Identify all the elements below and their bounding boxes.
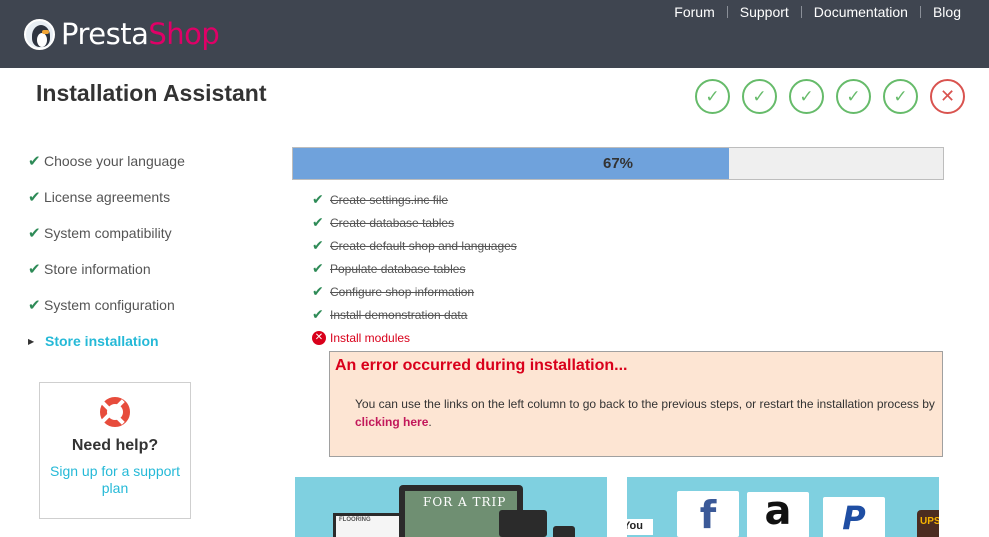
- ups-logo-text: UPS: [920, 516, 939, 527]
- sidebar-item-label: Store information: [44, 261, 151, 277]
- install-task-list: ✔ Create settings.inc file ✔ Create data…: [312, 188, 517, 349]
- sidebar-item-label: License agreements: [44, 189, 171, 205]
- sidebar-item-label: Store installation: [45, 333, 159, 349]
- error-message-box: An error occurred during installation...…: [329, 351, 943, 457]
- mockup-screen-text: FOR A TRIP: [423, 495, 507, 509]
- amazon-logo-text: a: [764, 488, 792, 534]
- step-4-done-check-icon: ✓: [836, 79, 871, 114]
- task-label: Populate database tables: [330, 261, 466, 276]
- paypal-logo-text: P: [842, 499, 866, 537]
- top-header: PrestaShop Forum Support Documentation B…: [0, 0, 989, 68]
- task-create-database-tables: ✔ Create database tables: [312, 211, 517, 234]
- check-icon: ✔: [312, 283, 324, 300]
- task-label: Configure shop information: [330, 284, 475, 299]
- sidebar-item-store-installation[interactable]: ▶ Store installation: [28, 323, 268, 359]
- logo-text-presta: Presta: [61, 16, 149, 51]
- sidebar-item-label: System configuration: [44, 297, 175, 313]
- error-message-suffix: .: [428, 415, 432, 429]
- step-6-error-cross-icon: ✕: [930, 79, 965, 114]
- facebook-logo-text: f: [699, 493, 717, 537]
- logo-text-shop: Shop: [148, 16, 220, 51]
- help-box: Need help? Sign up for a support plan: [39, 382, 191, 519]
- ups-logo-icon: UPS: [917, 510, 939, 537]
- nav-blog-link[interactable]: Blog: [921, 4, 961, 20]
- task-label: Install modules: [330, 330, 411, 345]
- error-message-text: You can use the links on the left column…: [355, 397, 935, 411]
- step-2-done-check-icon: ✓: [742, 79, 777, 114]
- current-step-arrow-icon: ▶: [28, 336, 35, 346]
- paypal-logo-icon: P: [823, 497, 885, 537]
- check-icon: ✔: [312, 191, 324, 208]
- task-create-default-shop: ✔ Create default shop and languages: [312, 234, 517, 257]
- step-5-done-check-icon: ✓: [883, 79, 918, 114]
- check-icon: ✔: [28, 188, 41, 206]
- sidebar-item-label: Choose your language: [44, 153, 185, 169]
- promo-banner-themes[interactable]: FLOORING FOR A TRIP: [295, 477, 607, 537]
- task-create-settings: ✔ Create settings.inc file: [312, 188, 517, 211]
- progress-percent: 67%: [602, 155, 634, 172]
- check-icon: ✔: [28, 296, 41, 314]
- facebook-logo-icon: f: [677, 491, 739, 537]
- error-title: An error occurred during installation...: [335, 357, 628, 374]
- nav-support-link[interactable]: Support: [728, 4, 801, 20]
- task-install-demo-data: ✔ Install demonstration data: [312, 303, 517, 326]
- step-indicators: ✓ ✓ ✓ ✓ ✓ ✕: [695, 79, 965, 114]
- task-configure-shop: ✔ Configure shop information: [312, 280, 517, 303]
- task-populate-database: ✔ Populate database tables: [312, 257, 517, 280]
- step-1-done-check-icon: ✓: [695, 79, 730, 114]
- sidebar-item-system-compatibility[interactable]: ✔ System compatibility: [28, 215, 268, 251]
- nav-forum-link[interactable]: Forum: [662, 4, 726, 20]
- sidebar-item-license-agreements[interactable]: ✔ License agreements: [28, 179, 268, 215]
- check-icon: ✔: [28, 260, 41, 278]
- prestashop-logo[interactable]: PrestaShop: [24, 16, 220, 52]
- tablet-mockup-image: [499, 510, 547, 537]
- install-progress-bar: 67%: [292, 147, 944, 180]
- promo-banner-integrations[interactable]: You f a P UPS: [627, 477, 939, 537]
- restart-install-link[interactable]: clicking here: [355, 415, 428, 429]
- sidebar-item-choose-language[interactable]: ✔ Choose your language: [28, 143, 268, 179]
- task-label: Create settings.inc file: [330, 192, 449, 207]
- lifebuoy-icon: [100, 397, 130, 427]
- check-icon: ✔: [28, 224, 41, 242]
- phone-mockup-image: [553, 526, 575, 537]
- task-install-modules: ✕ Install modules: [312, 326, 517, 349]
- logo-wordmark: PrestaShop: [61, 16, 220, 51]
- task-label: Create database tables: [330, 215, 455, 230]
- youtube-logo-icon: You: [627, 519, 653, 535]
- sidebar-item-store-information[interactable]: ✔ Store information: [28, 251, 268, 287]
- error-icon: ✕: [312, 330, 326, 345]
- task-label: Install demonstration data: [330, 307, 468, 322]
- mockup-text: FLOORING: [339, 517, 371, 523]
- puffin-logo-icon: [24, 18, 55, 50]
- sidebar-item-system-configuration[interactable]: ✔ System configuration: [28, 287, 268, 323]
- sidebar-item-label: System compatibility: [44, 225, 172, 241]
- check-icon: ✔: [312, 214, 324, 231]
- sidebar-steps: ✔ Choose your language ✔ License agreeme…: [28, 143, 268, 359]
- error-description: You can use the links on the left column…: [355, 395, 935, 431]
- check-icon: ✔: [312, 260, 324, 277]
- step-3-done-check-icon: ✓: [789, 79, 824, 114]
- nav-documentation-link[interactable]: Documentation: [802, 4, 920, 20]
- youtube-logo-text: You: [627, 520, 643, 532]
- help-title: Need help?: [71, 437, 159, 454]
- check-icon: ✔: [28, 152, 41, 170]
- page-title: Installation Assistant: [36, 80, 267, 106]
- check-icon: ✔: [312, 306, 324, 323]
- amazon-logo-icon: a: [747, 488, 809, 537]
- task-label: Create default shop and languages: [330, 238, 517, 253]
- check-icon: ✔: [312, 237, 324, 254]
- support-plan-link[interactable]: Sign up for a support plan: [40, 463, 190, 497]
- top-nav: Forum Support Documentation Blog: [662, 4, 961, 20]
